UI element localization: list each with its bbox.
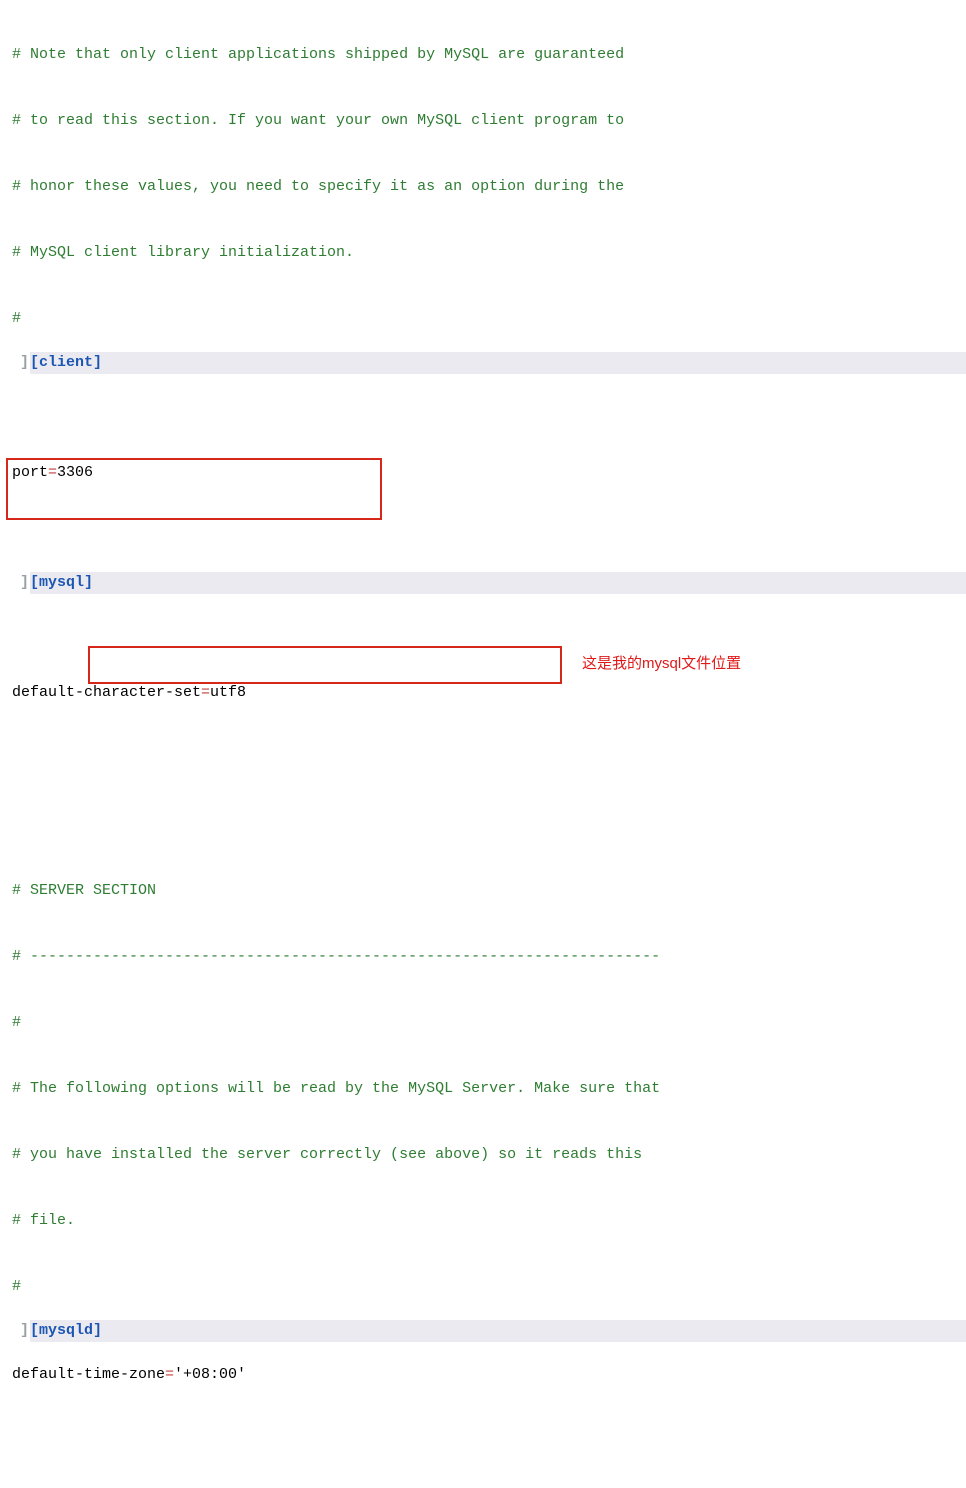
section-client: ][client] [30,352,966,374]
blank-line [12,528,966,550]
blank-line [12,1430,966,1452]
section-mysqld: ][mysqld] [30,1320,966,1342]
blank-line [12,748,966,770]
blank-line [12,814,966,836]
comment-line: # file. [12,1210,966,1232]
comment-line: # MySQL client library initialization. [12,242,966,264]
comment-line: # [12,1012,966,1034]
comment-line: # The following options will be read by … [12,1078,966,1100]
section-mysql: ][mysql] [30,572,966,594]
comment-line: # honor these values, you need to specif… [12,176,966,198]
comment-line: # [12,308,966,330]
comment-line: # to read this section. If you want your… [12,110,966,132]
highlight-box-basedir [88,646,562,684]
comment-line: # you have installed the server correctl… [12,1144,966,1166]
setting-charset: default-character-set=utf8 [12,682,966,704]
code-editor: # Note that only client applications shi… [0,0,966,1488]
annotation-text: 这是我的mysql文件位置 [582,653,741,675]
blank-line [12,396,966,418]
comment-line: # --------------------------------------… [12,946,966,968]
highlight-box-mysqld [6,458,382,520]
comment-line: # [12,1276,966,1298]
setting-timezone: default-time-zone='+08:00' [12,1364,966,1386]
comment-line: # SERVER SECTION [12,880,966,902]
blank-line [12,616,966,638]
comment-line: # Note that only client applications shi… [12,44,966,66]
